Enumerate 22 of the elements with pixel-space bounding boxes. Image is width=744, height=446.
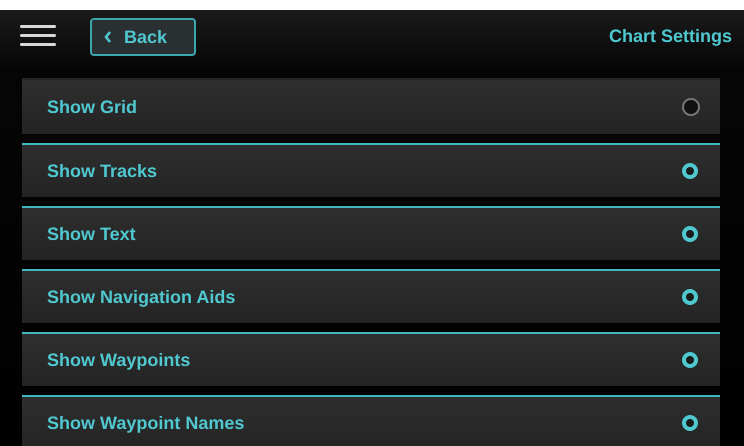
setting-label: Show Waypoints	[47, 350, 190, 370]
screen-title: Chart Settings	[608, 26, 732, 46]
toggle-indicator[interactable]	[682, 98, 700, 116]
setting-label: Show Waypoint Names	[47, 412, 244, 434]
setting-label: Show Tracks	[47, 160, 158, 182]
setting-label: Show Text	[47, 224, 136, 244]
toggle-indicator[interactable]	[682, 226, 698, 242]
setting-row[interactable]: Show Tracks	[22, 143, 720, 197]
back-button[interactable]: Back	[90, 18, 196, 56]
setting-row[interactable]: Show Grid	[22, 78, 720, 134]
setting-row[interactable]: Show Waypoints	[22, 332, 720, 386]
setting-row[interactable]: Show Waypoint Names	[22, 395, 720, 446]
toggle-indicator[interactable]	[682, 289, 698, 305]
toggle-indicator[interactable]	[682, 163, 698, 179]
setting-label: Show Grid	[47, 96, 137, 118]
setting-row[interactable]: Show Text	[22, 206, 720, 260]
menu-icon[interactable]	[20, 25, 56, 47]
setting-row[interactable]: Show Navigation Aids	[22, 269, 720, 323]
setting-label: Show Navigation Aids	[47, 286, 236, 308]
chevron-left-icon	[104, 31, 112, 43]
toggle-indicator[interactable]	[682, 415, 698, 431]
toggle-indicator[interactable]	[682, 352, 698, 368]
